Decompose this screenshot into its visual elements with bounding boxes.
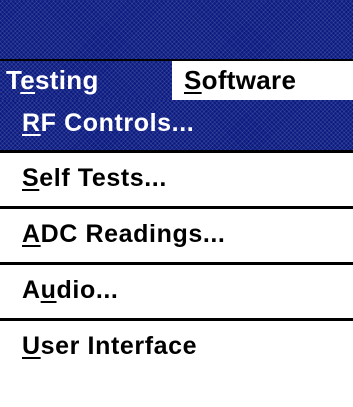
menu-software-mnemonic: S <box>184 65 202 95</box>
menu-item-user-interface[interactable]: User Interface <box>0 321 353 374</box>
menu-item-rf-controls[interactable]: RF Controls... <box>0 100 353 150</box>
menu-item-user-interface-label: ser Interface <box>40 332 198 360</box>
menu-item-audio-label: dio... <box>56 276 119 304</box>
menu-item-adc-readings-label: DC Readings... <box>40 220 226 248</box>
menu-testing-mnemonic: e <box>20 65 36 95</box>
menu-item-self-tests-label: elf Tests... <box>39 164 167 192</box>
menu-item-audio[interactable]: Audio... <box>0 265 353 318</box>
testing-dropdown-menu: RF Controls... Self Tests... ADC Reading… <box>0 100 353 407</box>
menu-item-adc-readings-mnemonic: A <box>22 220 41 248</box>
menu-software[interactable]: Software <box>184 61 296 100</box>
menu-item-self-tests-mnemonic: S <box>22 164 40 192</box>
title-bar <box>0 0 353 59</box>
menu-item-self-tests[interactable]: Self Tests... <box>0 153 353 206</box>
menu-software-label: oftware <box>201 65 297 95</box>
menu-item-user-interface-mnemonic: U <box>22 332 41 360</box>
menu-item-audio-mnemonic: u <box>40 276 57 304</box>
menu-bar: Testing Software <box>0 59 353 100</box>
menu-item-audio-label-prefix: A <box>22 276 41 304</box>
menu-item-adc-readings[interactable]: ADC Readings... <box>0 209 353 262</box>
menu-testing-label: sting <box>35 65 99 95</box>
menu-item-rf-controls-label: F Controls... <box>40 109 195 137</box>
menu-item-rf-controls-mnemonic: R <box>22 109 41 137</box>
menu-testing[interactable]: Testing <box>0 61 172 100</box>
menu-testing-label-prefix: T <box>6 65 21 95</box>
